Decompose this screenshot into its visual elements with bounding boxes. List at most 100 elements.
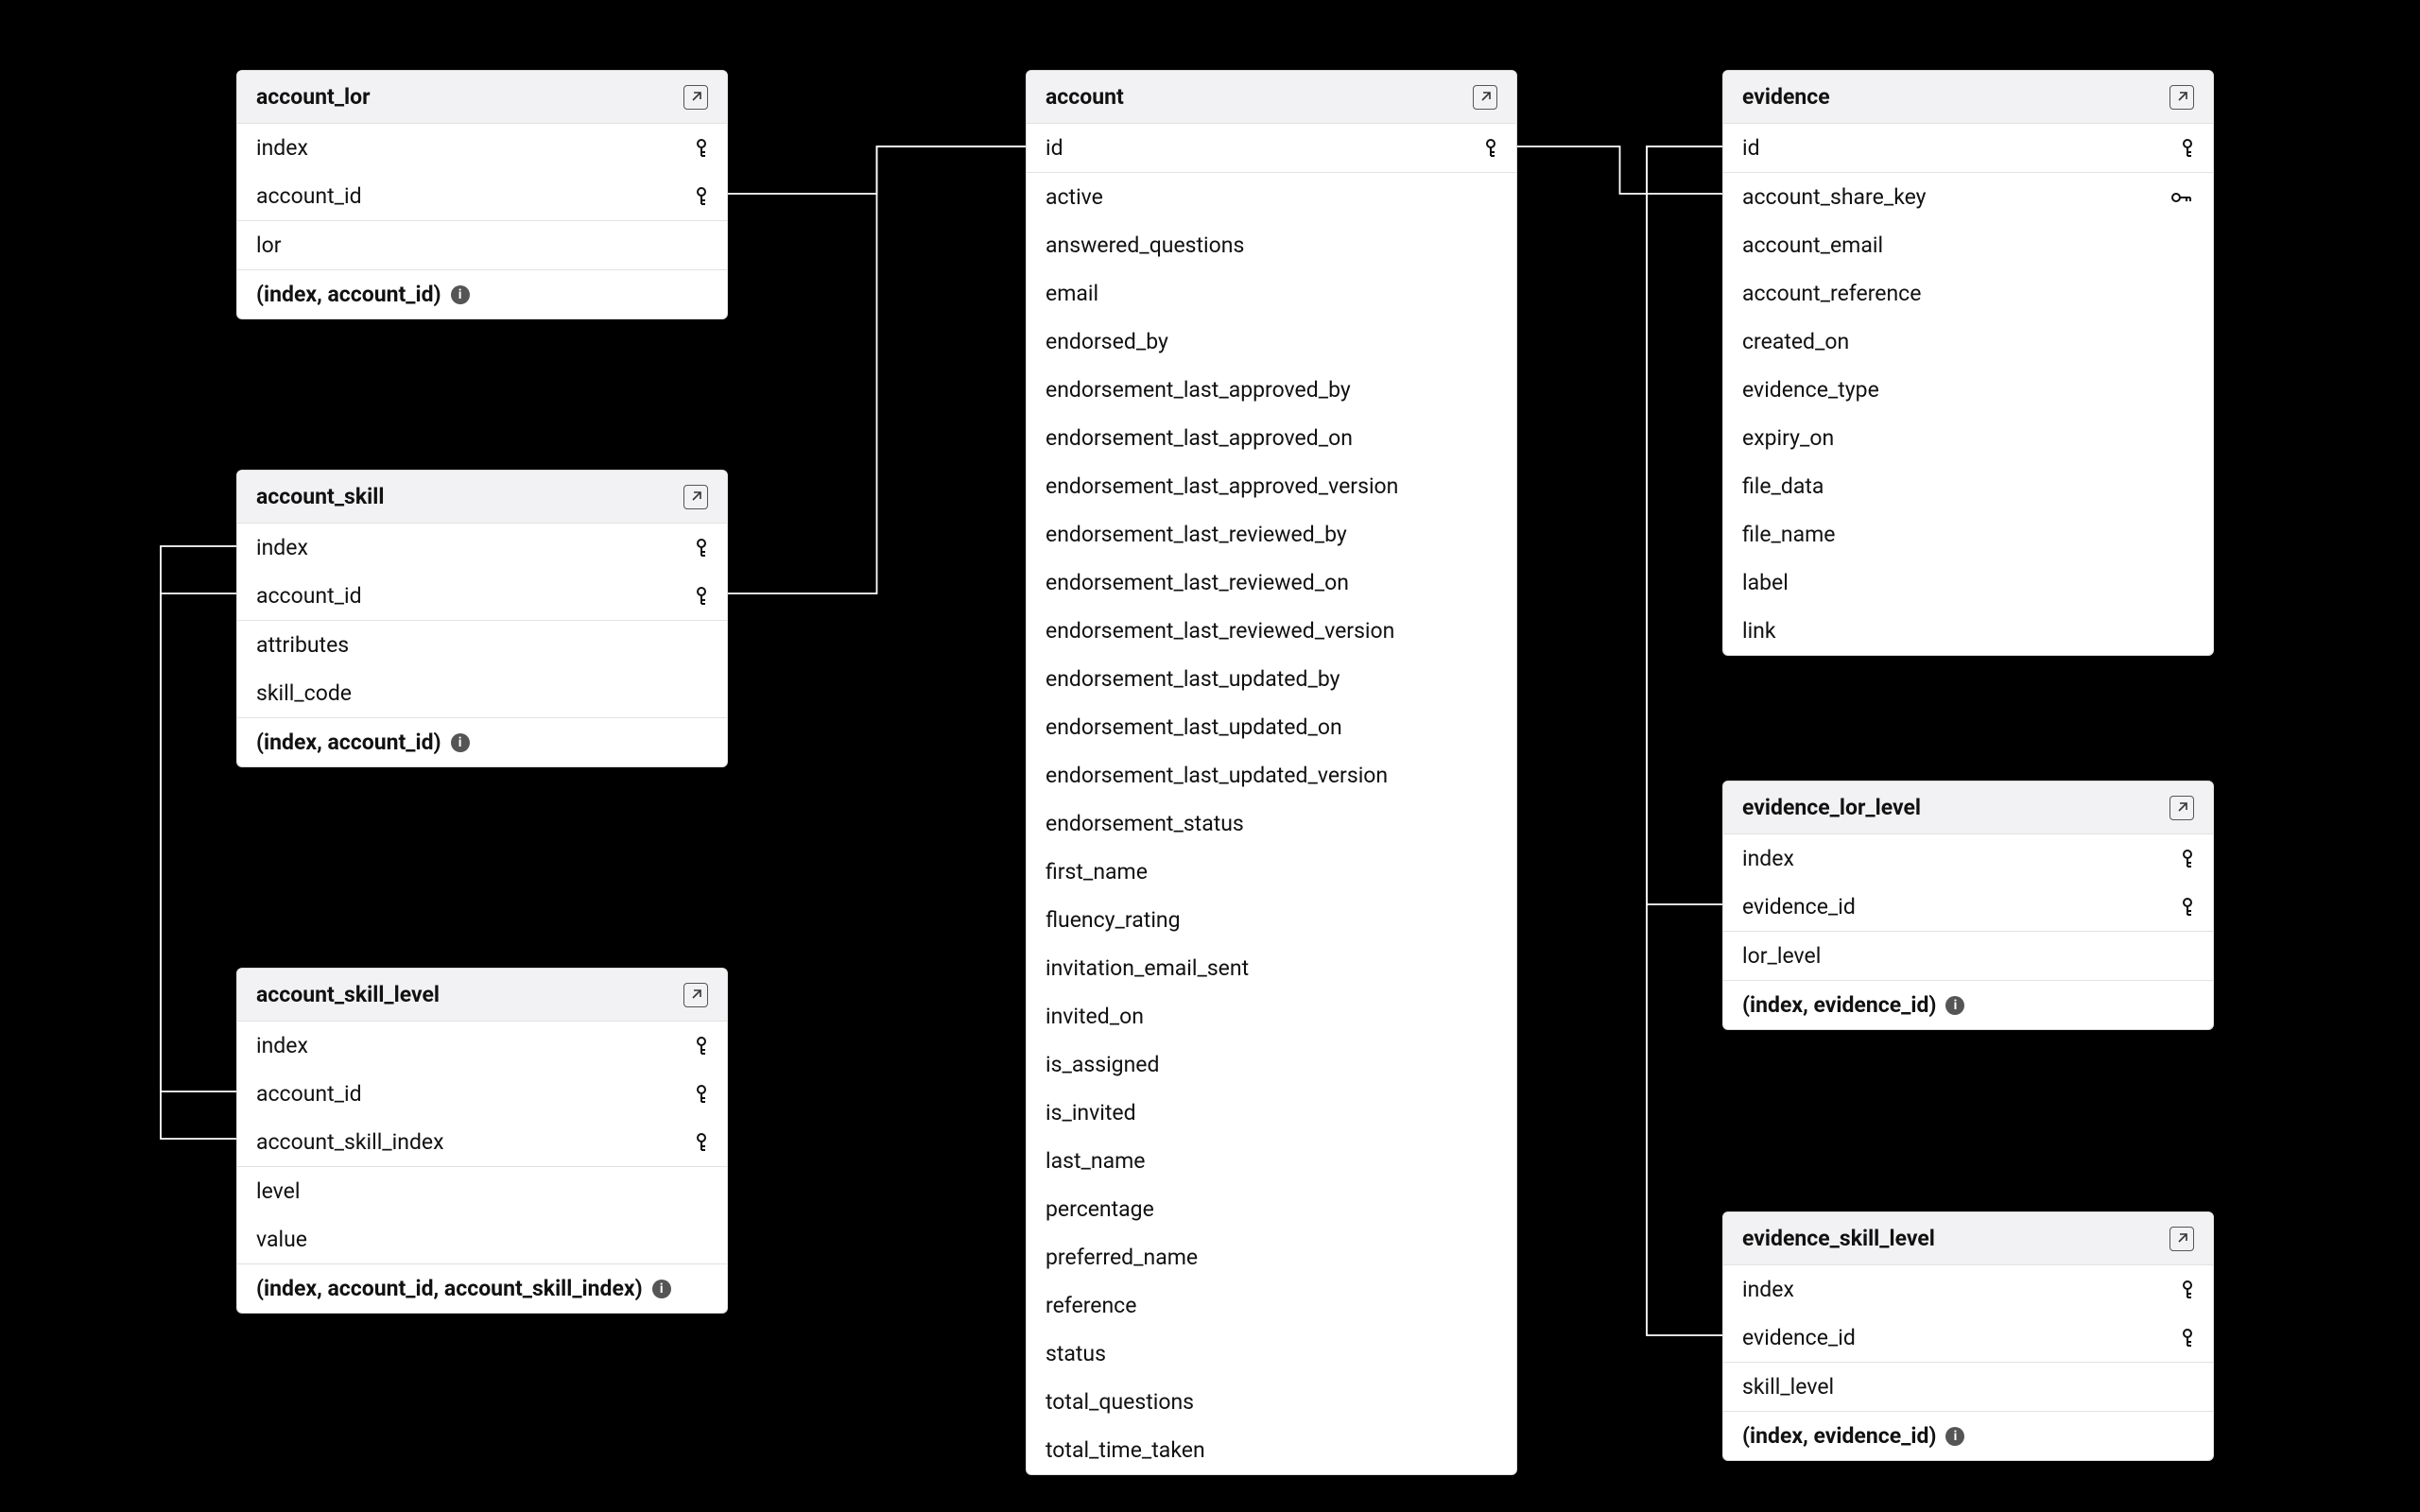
column-row: endorsement_last_approved_version	[1027, 462, 1516, 510]
column-name: total_questions	[1046, 1389, 1194, 1415]
column-row: fluency_rating	[1027, 896, 1516, 944]
composite-key-text: (index, evidence_id)	[1742, 992, 1936, 1018]
column-name: endorsement_last_approved_by	[1046, 377, 1351, 403]
primary-key-icon	[2181, 850, 2194, 868]
relationship-line	[1647, 146, 1722, 904]
table-title: account_lor	[256, 84, 371, 110]
column-name: active	[1046, 184, 1103, 210]
column-name: created_on	[1742, 329, 1849, 354]
column-row: account_id	[237, 1070, 727, 1118]
column-name: endorsement_last_reviewed_on	[1046, 570, 1349, 595]
column-name: endorsement_last_reviewed_version	[1046, 618, 1394, 644]
column-name: account_email	[1742, 232, 1883, 258]
open-external-icon[interactable]	[683, 485, 708, 509]
column-name: id	[1742, 135, 1760, 161]
column-name: skill_level	[1742, 1374, 1834, 1400]
table-account_lor: account_lorindexaccount_idlor(index, acc…	[236, 70, 728, 319]
column-name: email	[1046, 281, 1098, 306]
column-name: attributes	[256, 632, 349, 658]
column-name: endorsement_last_approved_version	[1046, 473, 1398, 499]
column-row: account_skill_index	[237, 1118, 727, 1167]
column-row: index	[237, 1022, 727, 1070]
column-row: evidence_type	[1723, 366, 2213, 414]
column-row: answered_questions	[1027, 221, 1516, 269]
column-name: preferred_name	[1046, 1245, 1198, 1270]
relationship-line	[728, 146, 1026, 194]
composite-key-text: (index, evidence_id)	[1742, 1423, 1936, 1449]
column-row: id	[1027, 124, 1516, 173]
primary-key-icon	[695, 539, 708, 558]
column-row: first_name	[1027, 848, 1516, 896]
open-external-icon[interactable]	[683, 85, 708, 110]
column-row: value	[237, 1215, 727, 1263]
column-name: file_name	[1742, 522, 1836, 547]
column-row: level	[237, 1167, 727, 1215]
table-title: account	[1046, 84, 1124, 110]
composite-key: (index, evidence_id)i	[1723, 1411, 2213, 1460]
column-row: endorsed_by	[1027, 318, 1516, 366]
open-external-icon[interactable]	[683, 983, 708, 1007]
column-row: preferred_name	[1027, 1233, 1516, 1281]
composite-key-text: (index, account_id)	[256, 730, 441, 755]
column-name: index	[1742, 846, 1794, 871]
composite-key: (index, account_id)i	[237, 269, 727, 318]
column-row: invited_on	[1027, 992, 1516, 1040]
column-row: lor_level	[1723, 932, 2213, 980]
table-header: evidence_skill_level	[1723, 1212, 2213, 1265]
column-name: account_id	[256, 583, 362, 609]
primary-key-icon	[695, 1085, 708, 1104]
column-name: account_reference	[1742, 281, 1921, 306]
column-name: index	[256, 135, 308, 161]
column-row: endorsement_last_reviewed_on	[1027, 558, 1516, 607]
column-name: is_assigned	[1046, 1052, 1159, 1077]
column-row: endorsement_last_reviewed_version	[1027, 607, 1516, 655]
column-name: answered_questions	[1046, 232, 1244, 258]
table-account_skill: account_skillindexaccount_idattributessk…	[236, 470, 728, 767]
column-row: id	[1723, 124, 2213, 173]
column-name: endorsement_last_updated_by	[1046, 666, 1340, 692]
column-name: invitation_email_sent	[1046, 955, 1249, 981]
column-name: link	[1742, 618, 1776, 644]
column-name: index	[256, 535, 308, 560]
table-title: account_skill_level	[256, 982, 440, 1007]
open-external-icon[interactable]	[2169, 85, 2194, 110]
primary-key-icon	[2181, 1329, 2194, 1348]
column-name: evidence_id	[1742, 1325, 1856, 1350]
column-row: index	[1723, 834, 2213, 883]
column-name: account_share_key	[1742, 184, 1927, 210]
column-row: is_assigned	[1027, 1040, 1516, 1089]
relationship-line	[161, 593, 236, 1091]
column-name: file_data	[1742, 473, 1824, 499]
column-row: link	[1723, 607, 2213, 655]
column-row: total_time_taken	[1027, 1426, 1516, 1474]
column-row: account_reference	[1723, 269, 2213, 318]
column-row: email	[1027, 269, 1516, 318]
column-name: endorsement_last_updated_on	[1046, 714, 1342, 740]
column-row: total_questions	[1027, 1378, 1516, 1426]
open-external-icon[interactable]	[2169, 796, 2194, 820]
primary-key-icon	[1484, 139, 1497, 158]
column-name: endorsement_status	[1046, 811, 1244, 836]
column-row: endorsement_last_approved_by	[1027, 366, 1516, 414]
composite-key-text: (index, account_id)	[256, 282, 441, 307]
column-name: endorsement_last_reviewed_by	[1046, 522, 1347, 547]
column-name: skill_code	[256, 680, 352, 706]
column-row: endorsement_status	[1027, 799, 1516, 848]
column-row: skill_level	[1723, 1363, 2213, 1411]
column-row: label	[1723, 558, 2213, 607]
table-header: evidence_lor_level	[1723, 782, 2213, 834]
column-row: invitation_email_sent	[1027, 944, 1516, 992]
table-account_skill_level: account_skill_levelindexaccount_idaccoun…	[236, 968, 728, 1314]
info-icon: i	[1945, 996, 1964, 1015]
column-name: id	[1046, 135, 1063, 161]
primary-key-icon	[2181, 139, 2194, 158]
column-row: created_on	[1723, 318, 2213, 366]
primary-key-icon	[695, 587, 708, 606]
open-external-icon[interactable]	[2169, 1227, 2194, 1251]
table-title: evidence	[1742, 84, 1830, 110]
open-external-icon[interactable]	[1473, 85, 1497, 110]
primary-key-icon	[2181, 898, 2194, 917]
table-header: account_skill_level	[237, 969, 727, 1022]
primary-key-icon	[2181, 1280, 2194, 1299]
column-row: reference	[1027, 1281, 1516, 1330]
